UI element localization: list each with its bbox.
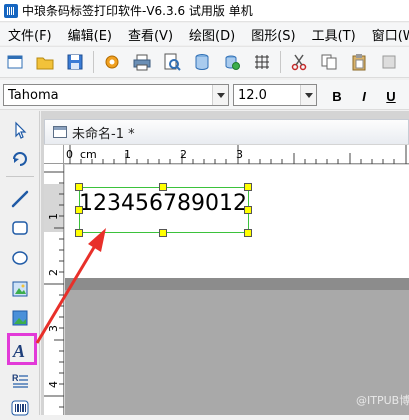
watermark: @ITPUB博客: [356, 394, 409, 407]
annotation-arrow: [35, 228, 106, 344]
